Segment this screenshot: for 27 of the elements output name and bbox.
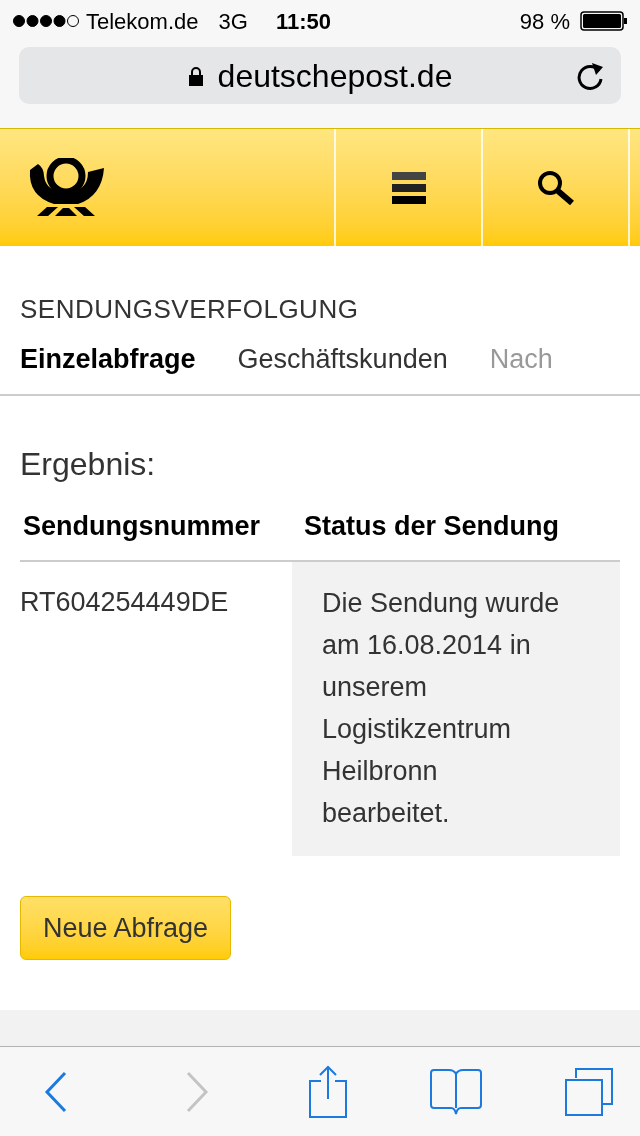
forward-chevron-icon [185, 1070, 209, 1113]
battery-label: 98 % [519, 7, 570, 36]
column-header: Sendungsnummer [22, 509, 262, 543]
post-horn-logo[interactable] [28, 157, 104, 218]
carrier-label: Telekom.de [86, 7, 199, 36]
url-text: deutschepost.de [217, 56, 453, 96]
time-label: 11:50 [275, 7, 331, 36]
reload-icon[interactable] [577, 60, 605, 91]
menu-icon [391, 171, 426, 204]
lock-icon [187, 65, 204, 86]
share-icon[interactable] [308, 1064, 348, 1119]
network-label: 3G [218, 7, 248, 36]
new-query-button[interactable]: Neue Abfrage [20, 896, 232, 960]
tabs-icon[interactable] [564, 1066, 614, 1117]
back-chevron-icon [44, 1070, 68, 1113]
table-cell-text: RT604254449DE [20, 586, 230, 619]
result-heading: Ergebnis: [19, 444, 157, 484]
signal-icon [12, 14, 80, 28]
section-title: SENDUNGSVERFOLGUNG [19, 293, 360, 326]
tab[interactable]: Geschäftskunden [237, 339, 448, 380]
table-cell: Die Sendung wurde am 16.08.2014 in unserem Logistikzentrum Heilbronn bearbeitet. [292, 562, 620, 856]
battery-icon [580, 11, 628, 31]
bookmarks-icon[interactable] [429, 1067, 483, 1116]
column-header: Status der Sendung [303, 509, 560, 543]
tab[interactable]: Einzelabfrage [20, 339, 196, 380]
address-bar[interactable]: deutschepost.de [19, 47, 621, 104]
search-icon [536, 169, 575, 206]
